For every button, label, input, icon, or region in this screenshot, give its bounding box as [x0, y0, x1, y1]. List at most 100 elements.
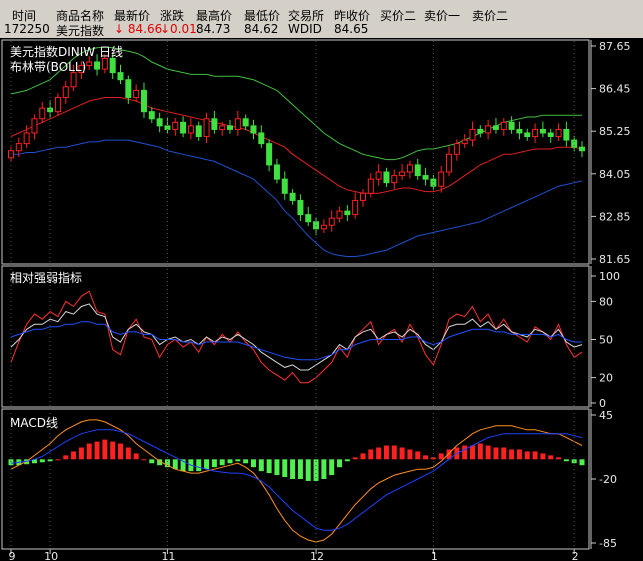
y-tick-label: 84.05 — [599, 168, 631, 181]
quote-header: 买价二 — [380, 9, 417, 23]
candle-body — [117, 72, 124, 81]
macd-bar — [86, 443, 92, 460]
macd-bar — [337, 459, 343, 468]
candle-body — [516, 128, 523, 134]
candle-body — [555, 128, 562, 138]
candle-body — [446, 153, 453, 173]
candle-body — [508, 121, 515, 130]
macd-bar — [352, 457, 358, 460]
quote-value: 84.62 — [244, 22, 279, 36]
macd-bar — [243, 459, 249, 464]
candle-body — [172, 121, 179, 130]
macd-bar — [383, 445, 389, 460]
macd-bar — [71, 451, 77, 460]
chart-title: 美元指数DINIW 日线 — [10, 44, 123, 59]
macd-bar — [211, 459, 217, 468]
macd-bar — [485, 445, 491, 460]
macd-bar — [391, 445, 397, 460]
candle-body — [31, 118, 38, 134]
candle-body — [579, 146, 585, 152]
candle-body — [289, 192, 296, 201]
macd-bar — [360, 453, 366, 460]
macd-bar — [493, 447, 499, 460]
macd-bar — [462, 445, 468, 460]
macd-bar — [94, 441, 100, 460]
macd-bar — [227, 459, 233, 464]
candle-body — [195, 125, 202, 138]
macd-bar — [469, 445, 475, 460]
macd-bar — [250, 459, 256, 468]
quote-value: WDID — [288, 22, 322, 36]
candle-body — [15, 143, 22, 152]
candle-body — [211, 118, 218, 130]
candle-body — [219, 125, 226, 130]
candle-body — [273, 164, 280, 180]
quote-header: 卖价二 — [472, 9, 509, 23]
candle-body — [461, 139, 468, 145]
candle-body — [281, 178, 288, 194]
candle-body — [133, 89, 140, 98]
macd-bar — [556, 457, 562, 460]
chart-area: 87.65 86.45 85.25 84.05 82.85 81.65 美元指数DINIW … — [0, 38, 643, 561]
candle-body — [367, 178, 374, 194]
macd-bar — [266, 459, 272, 474]
candle-body — [101, 57, 108, 70]
candle-body — [477, 128, 484, 134]
candle-body — [203, 118, 210, 138]
y-tick-label: 81.65 — [599, 253, 631, 266]
macd-bar — [204, 459, 210, 470]
macd-bar — [133, 453, 139, 460]
y-tick-label: 100 — [599, 270, 620, 283]
macd-bar — [407, 449, 413, 460]
macd-bar — [532, 451, 538, 460]
y-tick-label: 85.25 — [599, 125, 631, 138]
macd-bar — [579, 459, 585, 466]
macd-bar — [399, 447, 405, 460]
macd-bar — [39, 459, 45, 463]
macd-bar — [118, 443, 124, 460]
macd-bar — [282, 459, 288, 478]
candle-body — [258, 132, 265, 145]
quote-value: ↓ 84.66 — [114, 22, 163, 36]
macd-bar — [376, 447, 382, 460]
macd-title: MACD线 — [10, 416, 58, 430]
macd-bar — [110, 441, 116, 460]
candle-body — [8, 150, 14, 159]
y-tick-label: 50 — [599, 334, 613, 347]
candle-body — [352, 199, 359, 216]
macd-bar — [8, 459, 14, 466]
macd-bar — [548, 455, 554, 460]
candle-body — [266, 143, 273, 166]
candle-body — [94, 61, 101, 70]
candle-body — [383, 171, 390, 184]
macd-bar — [102, 439, 108, 460]
quote-value: 84.65 — [334, 22, 369, 36]
macd-bar — [297, 459, 303, 479]
x-tick-label: 1 — [431, 550, 438, 561]
macd-bar — [477, 443, 483, 460]
candle-body — [500, 121, 507, 130]
candle-body — [156, 118, 163, 127]
macd-bar — [290, 459, 296, 479]
candle-body — [140, 89, 147, 113]
x-tick-label: 12 — [310, 550, 324, 561]
candle-body — [164, 125, 171, 130]
macd-bar — [501, 447, 507, 460]
chart-background — [0, 38, 643, 561]
candle-body — [305, 214, 312, 223]
macd-bar — [125, 447, 131, 460]
macd-bar — [423, 455, 429, 460]
candle-body — [359, 192, 366, 201]
y-tick-label: 87.65 — [599, 40, 631, 53]
macd-bar — [438, 453, 444, 460]
macd-bar — [415, 451, 421, 460]
candle-body — [344, 210, 351, 216]
candle-body — [492, 125, 499, 130]
candle-body — [234, 118, 241, 130]
y-tick-label: 45 — [599, 409, 613, 422]
candle-body — [23, 132, 30, 145]
candle-body — [109, 57, 116, 74]
quote-value: ↓0.01 — [160, 22, 197, 36]
y-tick-label: 20 — [599, 372, 613, 385]
candle-body — [336, 210, 343, 219]
